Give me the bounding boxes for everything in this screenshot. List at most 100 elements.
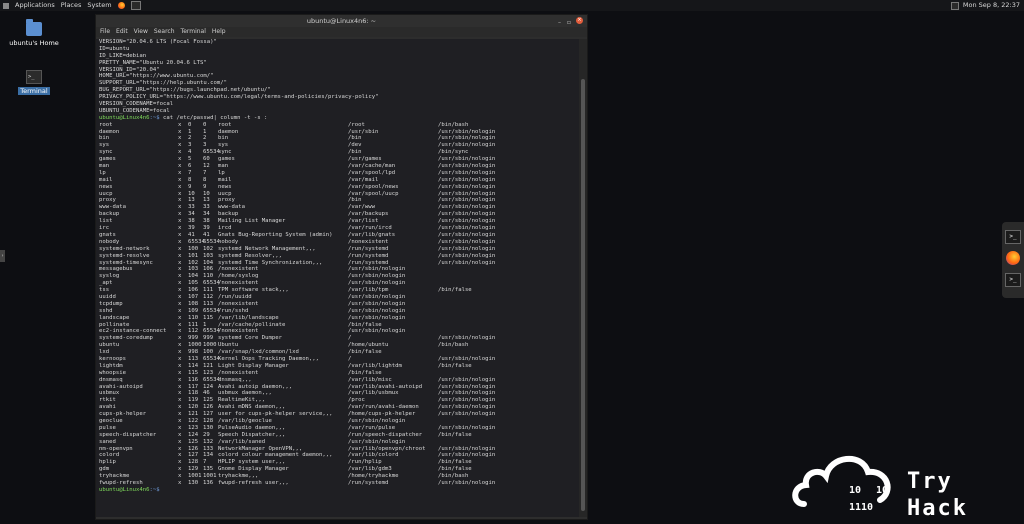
network-icon[interactable] [950,1,959,10]
passwd-cell: 65534 [203,376,220,383]
passwd-cell: 129 [188,466,199,473]
table-row: www-data x 33 33 www-data/var/www/usr/sbin/n… [99,204,581,211]
applications-menu[interactable]: Applications [15,0,55,11]
terminal-line: UBUNTU_CODENAME=focal [99,107,170,114]
passwd-cell: x [178,466,182,473]
logo-binary-c: 1110 [849,502,874,513]
menu-search[interactable]: Search [154,27,175,37]
passwd-cell: 126 [188,445,199,452]
passwd-cell: dnsmasq,,, [218,376,252,383]
terminal-window[interactable]: ubuntu@Linux4n6: ~ – ▫ × File Edit View … [95,14,588,520]
passwd-cell: /usr/sbin/nologin [438,204,496,211]
passwd-cell: /usr/sbin/nologin [438,424,496,431]
passwd-cell: 4 [188,149,192,156]
passwd-cell: lxd [99,349,110,356]
passwd-cell: 1001 [203,473,217,480]
passwd-cell: /usr/sbin/nologin [438,259,496,266]
window-menubar: File Edit View Search Terminal Help [96,27,587,37]
passwd-cell: mail [218,176,232,183]
maximize-icon[interactable]: ▫ [567,17,571,29]
table-row: colord x 127 134 colord colour management da… [99,452,581,459]
passwd-cell: 113 [203,300,214,307]
command-text: cat /etc/passwd| column -t -s : [159,114,268,121]
passwd-cell: x [178,293,182,300]
passwd-cell: PulseAudio daemon,,, [218,424,286,431]
passwd-cell: ec2-instance-connect [99,328,167,335]
table-row: pulse x 123 130 PulseAudio daemon,,, /var/run… [99,425,581,432]
dock-terminal-icon-2[interactable]: >_ [1005,273,1021,287]
passwd-cell: / [348,335,352,342]
passwd-cell: x [178,383,182,390]
terminal-launcher-icon[interactable] [130,1,141,10]
clock[interactable]: Mon Sep 8, 22:37 [963,0,1020,11]
passwd-cell: /usr/sbin/nologin [348,314,406,321]
passwd-cell: usbmux [99,390,120,397]
passwd-cell: /nonexistent [218,266,259,273]
table-row: fwupd-refresh x 130 136 fwupd-refresh user,,… [99,480,581,487]
menu-view[interactable]: View [134,27,148,37]
menu-edit[interactable]: Edit [116,27,128,37]
passwd-cell: x [178,431,182,438]
passwd-cell: x [178,218,182,225]
passwd-cell: /bin [348,135,362,142]
passwd-cell: 10 [188,190,195,197]
passwd-cell: /var/lib/geoclue [218,417,272,424]
passwd-cell: systemd-timesync [99,259,153,266]
table-row: man x 6 12 man/var/cache/man/usr/sbin/nologi… [99,163,581,170]
passwd-cell: 999 [188,335,199,342]
passwd-cell: x [178,369,182,376]
passwd-cell: /proc [348,397,365,404]
passwd-cell: 2 [203,135,207,142]
menu-terminal[interactable]: Terminal [181,27,206,37]
passwd-cell: 34 [188,211,195,218]
passwd-cell: x [178,438,182,445]
menu-help[interactable]: Help [212,27,226,37]
left-edge-handle[interactable]: › [0,250,5,262]
desktop-icon-terminal[interactable]: >_ Terminal [4,70,64,95]
passwd-cell: /usr/sbin/nologin [438,390,496,397]
passwd-cell: /var/cache/man [348,163,396,170]
window-titlebar[interactable]: ubuntu@Linux4n6: ~ – ▫ × [96,15,587,27]
passwd-cell: bin [218,135,229,142]
places-menu[interactable]: Places [61,0,82,11]
passwd-cell: x [178,163,182,170]
passwd-cell: 38 [188,218,195,225]
scrollbar-thumb[interactable] [581,79,585,511]
table-row: gdm x 129 135 Gnome Display Manager/var/lib/… [99,466,581,473]
terminal-output[interactable]: VERSION="20.04.6 LTS (Focal Fossa)" ID=ub… [96,39,581,517]
passwd-cell: x [178,273,182,280]
passwd-cell: 102 [203,245,214,252]
passwd-cell: 122 [188,417,199,424]
passwd-cell: x [178,417,182,424]
passwd-cell: /home/cups-pk-helper [348,411,416,418]
system-menu[interactable]: System [87,0,111,11]
passwd-cell: 12 [203,163,210,170]
passwd-cell: nobody [218,238,239,245]
passwd-cell: 102 [188,259,199,266]
dock-firefox-icon[interactable] [1006,251,1020,265]
passwd-cell: /usr/sbin/nologin [438,445,496,452]
table-row: gnats x 41 41 Gnats Bug-Reporting System (ad… [99,232,581,239]
passwd-cell: uucp [99,190,113,197]
passwd-cell: 128 [188,459,199,466]
passwd-cell: x [178,280,182,287]
close-icon[interactable]: × [576,17,583,24]
passwd-cell: x [178,349,182,356]
menu-logo-icon[interactable] [3,2,9,9]
firefox-launcher-icon[interactable] [117,2,125,9]
passwd-cell: /run/uuidd [218,293,252,300]
passwd-cell: systemd Resolver,,, [218,252,282,259]
minimize-icon[interactable]: – [558,17,561,29]
passwd-cell: x [178,411,182,418]
dock-terminal-icon[interactable]: >_ [1005,230,1021,244]
passwd-cell: 104 [188,273,199,280]
passwd-cell: 119 [188,397,199,404]
menu-file[interactable]: File [100,27,110,37]
passwd-cell: backup [218,211,239,218]
terminal-scrollbar[interactable] [579,39,587,517]
passwd-cell: www-data [99,204,126,211]
passwd-cell: x [178,211,182,218]
desktop-icon-home[interactable]: ubuntu's Home [4,19,64,47]
table-row: sync x 4 65534sync/bin/bin/sync [99,149,581,156]
prompt-path: :~$ [149,114,160,121]
